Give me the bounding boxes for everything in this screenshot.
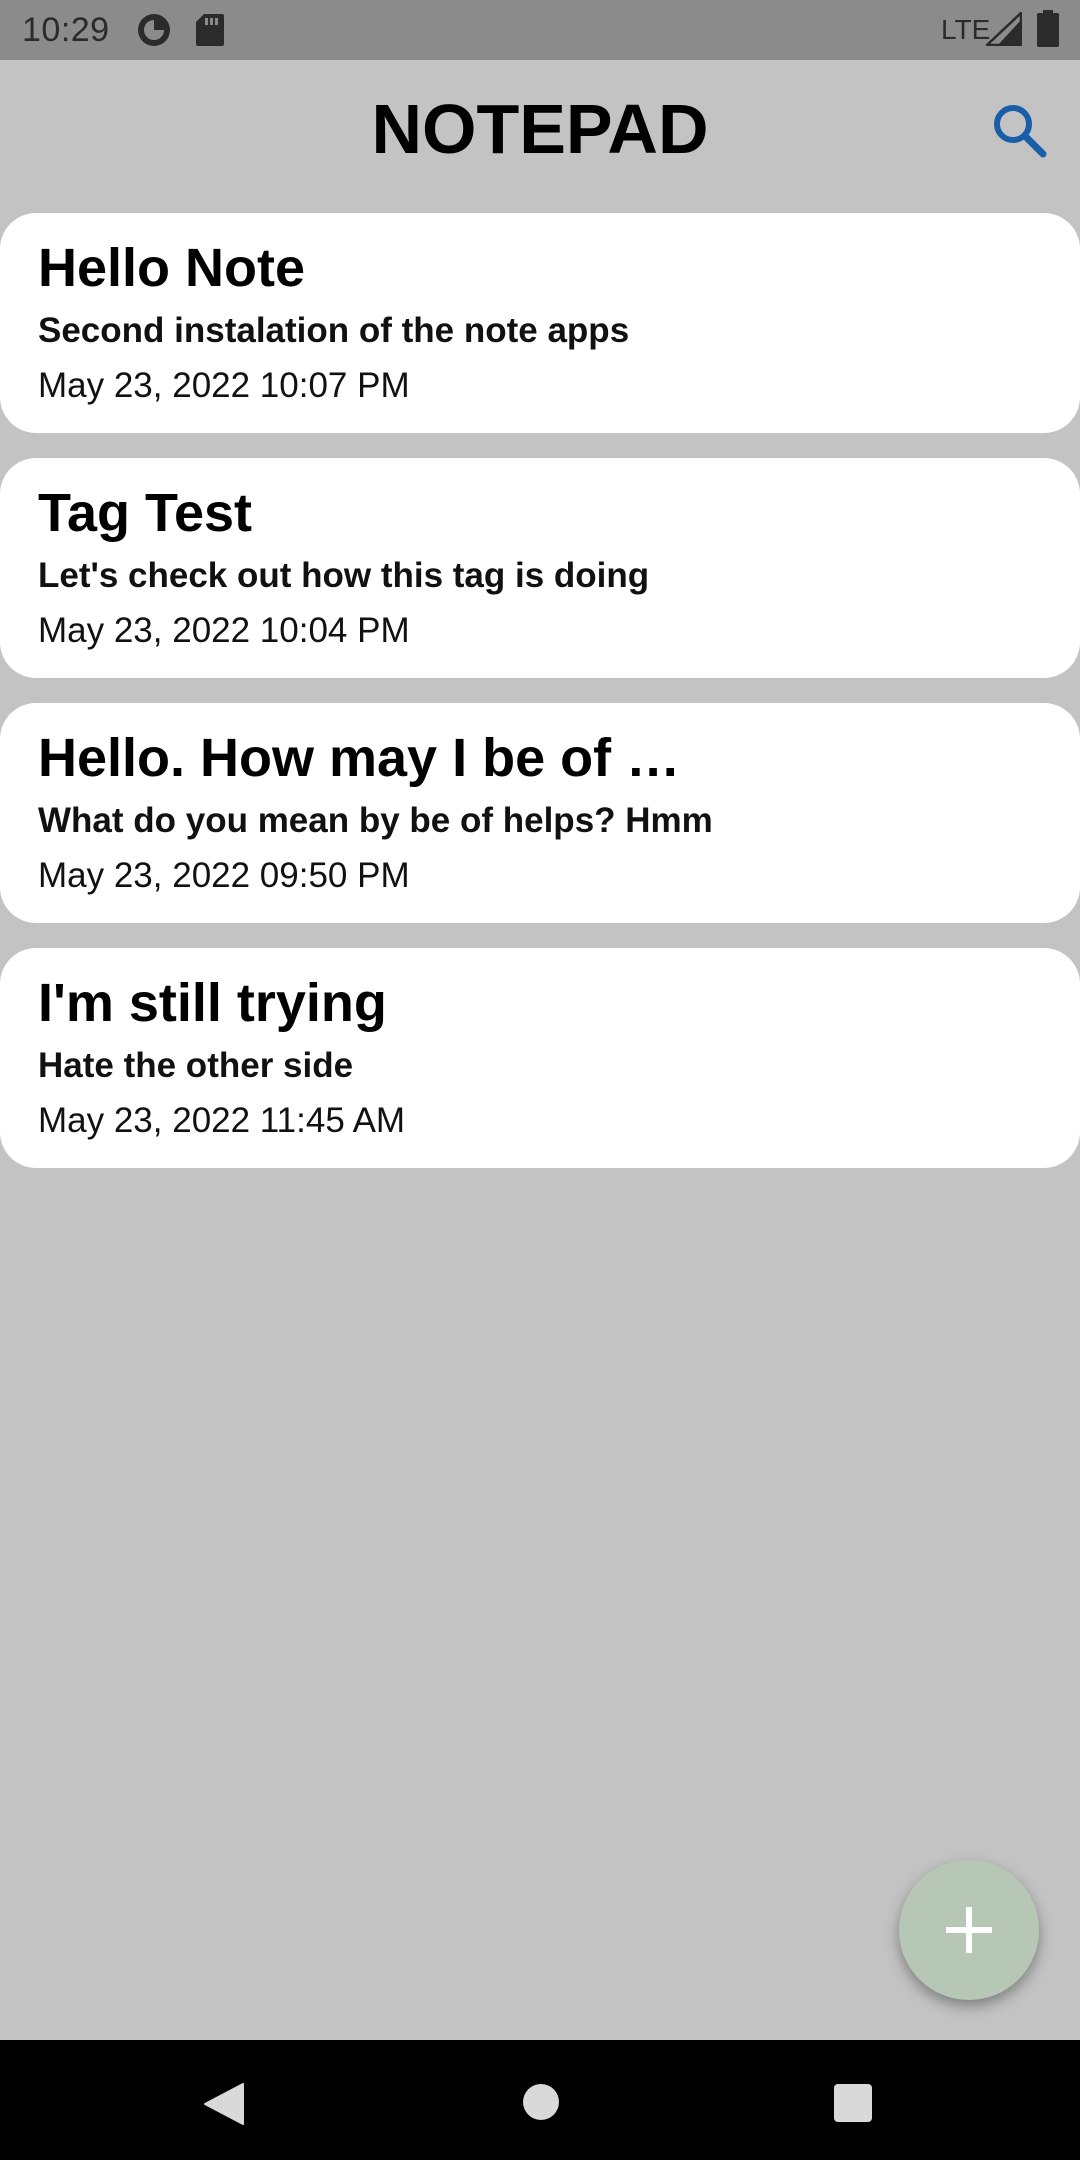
page-title: NOTEPAD (371, 90, 709, 168)
note-title: Hello Note (38, 238, 306, 298)
note-card[interactable]: Tag Test Let's check out how this tag is… (0, 458, 1080, 678)
battery-icon (1037, 10, 1059, 47)
data-saver-icon (138, 14, 170, 46)
add-note-button[interactable] (899, 1860, 1039, 2000)
note-body: Second instalation of the note apps (38, 311, 630, 350)
note-date: May 23, 2022 10:04 PM (38, 611, 410, 650)
network-type: LTE (941, 14, 991, 45)
note-body: What do you mean by be of helps? Hmm (38, 801, 713, 840)
note-title: I'm still trying (38, 973, 387, 1033)
note-date: May 23, 2022 11:45 AM (38, 1101, 406, 1140)
note-date: May 23, 2022 09:50 PM (38, 856, 410, 895)
search-icon (994, 105, 1047, 158)
recents-icon[interactable] (834, 2084, 872, 2122)
plus-icon (946, 1907, 992, 1953)
home-icon[interactable] (523, 2084, 559, 2120)
sd-card-icon (196, 14, 224, 46)
navigation-bar (0, 2040, 1080, 2160)
search-button[interactable] (984, 95, 1054, 165)
note-title: Hello. How may I be of … (38, 728, 681, 788)
back-icon[interactable] (203, 2082, 245, 2126)
note-body: Let's check out how this tag is doing (38, 556, 650, 595)
note-body: Hate the other side (38, 1046, 354, 1085)
signal-icon (986, 12, 1022, 46)
note-card[interactable]: I'm still trying Hate the other side May… (0, 948, 1080, 1168)
status-bar: 10:29 LTE (0, 0, 1080, 60)
note-card[interactable]: Hello. How may I be of … What do you mea… (0, 703, 1080, 923)
note-card[interactable]: Hello Note Second instalation of the not… (0, 213, 1080, 433)
note-title: Tag Test (38, 483, 253, 543)
note-date: May 23, 2022 10:07 PM (38, 366, 410, 405)
status-time: 10:29 (22, 11, 110, 49)
